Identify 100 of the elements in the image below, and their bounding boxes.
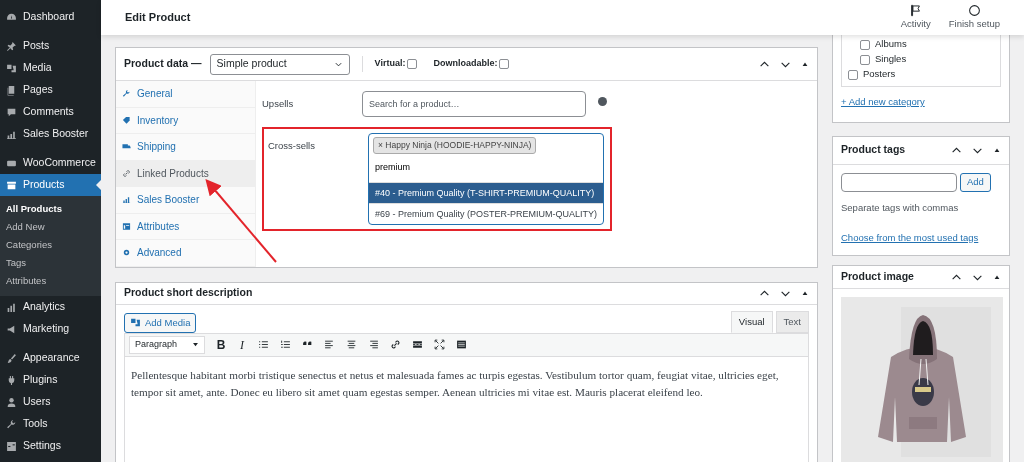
read-more-icon[interactable] bbox=[412, 339, 423, 351]
header-action-label[interactable]: Finish setup bbox=[948, 16, 1000, 32]
dropdown-triangle-icon bbox=[192, 341, 199, 349]
product-data-tab[interactable]: Advanced bbox=[116, 240, 255, 267]
media-icon bbox=[6, 62, 17, 74]
product-type-select[interactable]: Simple product bbox=[209, 53, 350, 75]
link-icon[interactable] bbox=[390, 339, 401, 351]
submenu-item[interactable]: Categories bbox=[0, 236, 101, 254]
category-label: Singles bbox=[875, 52, 907, 67]
align-center-icon[interactable] bbox=[346, 339, 357, 351]
format-select[interactable]: Paragraph bbox=[129, 335, 205, 354]
numbered-list-icon[interactable] bbox=[280, 339, 291, 351]
page-title: Edit Product bbox=[125, 10, 192, 25]
checkbox[interactable] bbox=[860, 39, 870, 50]
most-used-tags-link[interactable]: Choose from the most used tags bbox=[841, 231, 979, 243]
circle-icon bbox=[967, 3, 981, 17]
submenu-item[interactable]: Tags bbox=[0, 254, 101, 272]
user-icon bbox=[6, 396, 17, 408]
gauge-icon bbox=[6, 11, 17, 23]
link-icon bbox=[122, 168, 131, 178]
sidebar-item[interactable]: Sales Booster bbox=[0, 123, 101, 145]
align-right-icon[interactable] bbox=[368, 339, 379, 351]
add-tag-button[interactable]: Add bbox=[960, 172, 991, 192]
tag-icon bbox=[122, 115, 131, 125]
option-label: Downloadable: bbox=[433, 57, 498, 71]
wrench-icon bbox=[122, 89, 131, 99]
wrench-icon bbox=[6, 418, 17, 430]
align-left-icon[interactable] bbox=[324, 339, 335, 351]
product-data-tab[interactable]: Linked Products bbox=[116, 160, 255, 187]
sidebar-item[interactable]: Appearance bbox=[0, 347, 101, 369]
italic-button[interactable]: I bbox=[237, 335, 247, 354]
panel-title: Product short description bbox=[124, 285, 253, 301]
sidebar-item[interactable]: Tools bbox=[0, 413, 101, 435]
flag-icon bbox=[909, 3, 923, 17]
hint-text: Separate tags with commas bbox=[841, 200, 960, 215]
search-result-option[interactable]: #69 - Premium Quality (POSTER-PREMIUM-QUALITY) bbox=[369, 203, 603, 225]
checkbox[interactable] bbox=[860, 54, 870, 65]
pages-icon bbox=[6, 84, 17, 96]
collapse-triangle-icon bbox=[801, 60, 809, 68]
speech-bubble-icon bbox=[6, 106, 17, 118]
sidebar-item[interactable]: Marketing bbox=[0, 318, 101, 340]
archive-box-icon bbox=[6, 179, 17, 191]
chart-icon bbox=[122, 195, 131, 205]
product-data-tab[interactable]: Attributes bbox=[116, 213, 255, 240]
submenu-item[interactable]: All Products bbox=[0, 200, 101, 218]
fullscreen-icon[interactable] bbox=[434, 339, 445, 351]
collapse-triangle-icon bbox=[993, 273, 1001, 282]
collapse-triangle-icon bbox=[993, 146, 1001, 154]
upsells-field[interactable]: Search for a product… bbox=[362, 91, 586, 117]
sidebar-item[interactable]: Plugins bbox=[0, 369, 101, 391]
paintbrush-icon bbox=[6, 352, 17, 364]
panel-title: Product data — bbox=[124, 56, 202, 72]
settings-icon bbox=[6, 440, 17, 452]
megaphone-icon bbox=[6, 323, 17, 335]
add-category-link[interactable]: + Add new category bbox=[841, 95, 925, 110]
product-data-tab[interactable]: Inventory bbox=[116, 107, 255, 134]
category-label: Albums bbox=[875, 37, 907, 52]
category-label: Posters bbox=[863, 67, 896, 82]
option-label: Virtual: bbox=[374, 57, 406, 71]
checkbox[interactable] bbox=[848, 69, 858, 80]
toolbar-toggle-icon[interactable] bbox=[456, 339, 467, 351]
table-icon bbox=[122, 221, 131, 231]
sidebar-item[interactable]: Comments bbox=[0, 101, 101, 123]
sidebar-item[interactable]: WooCommerce bbox=[0, 152, 101, 174]
field-label: Cross-sells bbox=[268, 139, 316, 153]
plug-icon bbox=[6, 374, 17, 386]
sidebar-item[interactable]: Users bbox=[0, 391, 101, 413]
editor-tab[interactable]: Text bbox=[775, 310, 809, 333]
sidebar-item[interactable]: Settings bbox=[0, 435, 101, 457]
product-data-tab[interactable]: Sales Booster bbox=[116, 187, 255, 214]
submenu-item[interactable]: Attributes bbox=[0, 272, 101, 290]
add-media-button[interactable]: Add Media bbox=[124, 312, 197, 333]
editor-tab[interactable]: Visual bbox=[730, 310, 773, 333]
sidebar-item[interactable]: Products bbox=[0, 174, 101, 196]
header-action-label[interactable]: Activity bbox=[900, 16, 931, 32]
description-text[interactable]: Pellentesque habitant morbi tristique senectus et netus et malesuada fames ac turpis egestas. Vestibulum tortor quam, feugiat vitae, ultricies eget, tempor sit amet, ante. Donec eu libero sit amet quam egestas semper. Aenean ultricies mi vitae est. Mauris placerat eleifend leo. bbox=[124, 356, 809, 462]
bold-button[interactable]: B bbox=[216, 335, 226, 354]
checkbox[interactable] bbox=[407, 59, 418, 69]
sidebar-item[interactable]: Posts bbox=[0, 35, 101, 57]
sidebar-item[interactable]: Media bbox=[0, 57, 101, 79]
bar-chart-icon bbox=[6, 301, 17, 313]
field-label: Upsells bbox=[262, 97, 295, 111]
product-data-tab[interactable]: Shipping bbox=[116, 134, 255, 161]
checkbox[interactable] bbox=[499, 59, 510, 69]
media-icon bbox=[130, 317, 141, 329]
tag-input-field[interactable] bbox=[841, 172, 957, 192]
search-result-option[interactable]: #40 - Premium Quality (T-SHIRT-PREMIUM-QUALITY) bbox=[369, 182, 603, 204]
bulleted-list-icon[interactable] bbox=[258, 339, 269, 351]
cross-sells-field[interactable]: × Happy Ninja (HOODIE-HAPPY-NINJA) premium #40 - Premium Quality (T-SHIRT-PREMIUM-QUALITY) #69 - Premium Quality (POSTER-PREMIUM-QUALITY) bbox=[368, 133, 604, 226]
help-icon[interactable] bbox=[598, 97, 607, 106]
selected-product-tag[interactable]: × Happy Ninja (HOODIE-HAPPY-NINJA) bbox=[373, 137, 537, 154]
sidebar-item[interactable]: Dashboard bbox=[0, 6, 101, 28]
product-data-tab[interactable]: General bbox=[116, 81, 255, 108]
gear-icon bbox=[122, 248, 131, 258]
pushpin-icon bbox=[6, 40, 17, 52]
sidebar-item[interactable]: Analytics bbox=[0, 296, 101, 318]
collapse-triangle-icon bbox=[801, 289, 809, 297]
submenu-item[interactable]: Add New bbox=[0, 218, 101, 236]
panel-title: Product tags bbox=[841, 142, 906, 158]
sidebar-item[interactable]: Pages bbox=[0, 79, 101, 101]
